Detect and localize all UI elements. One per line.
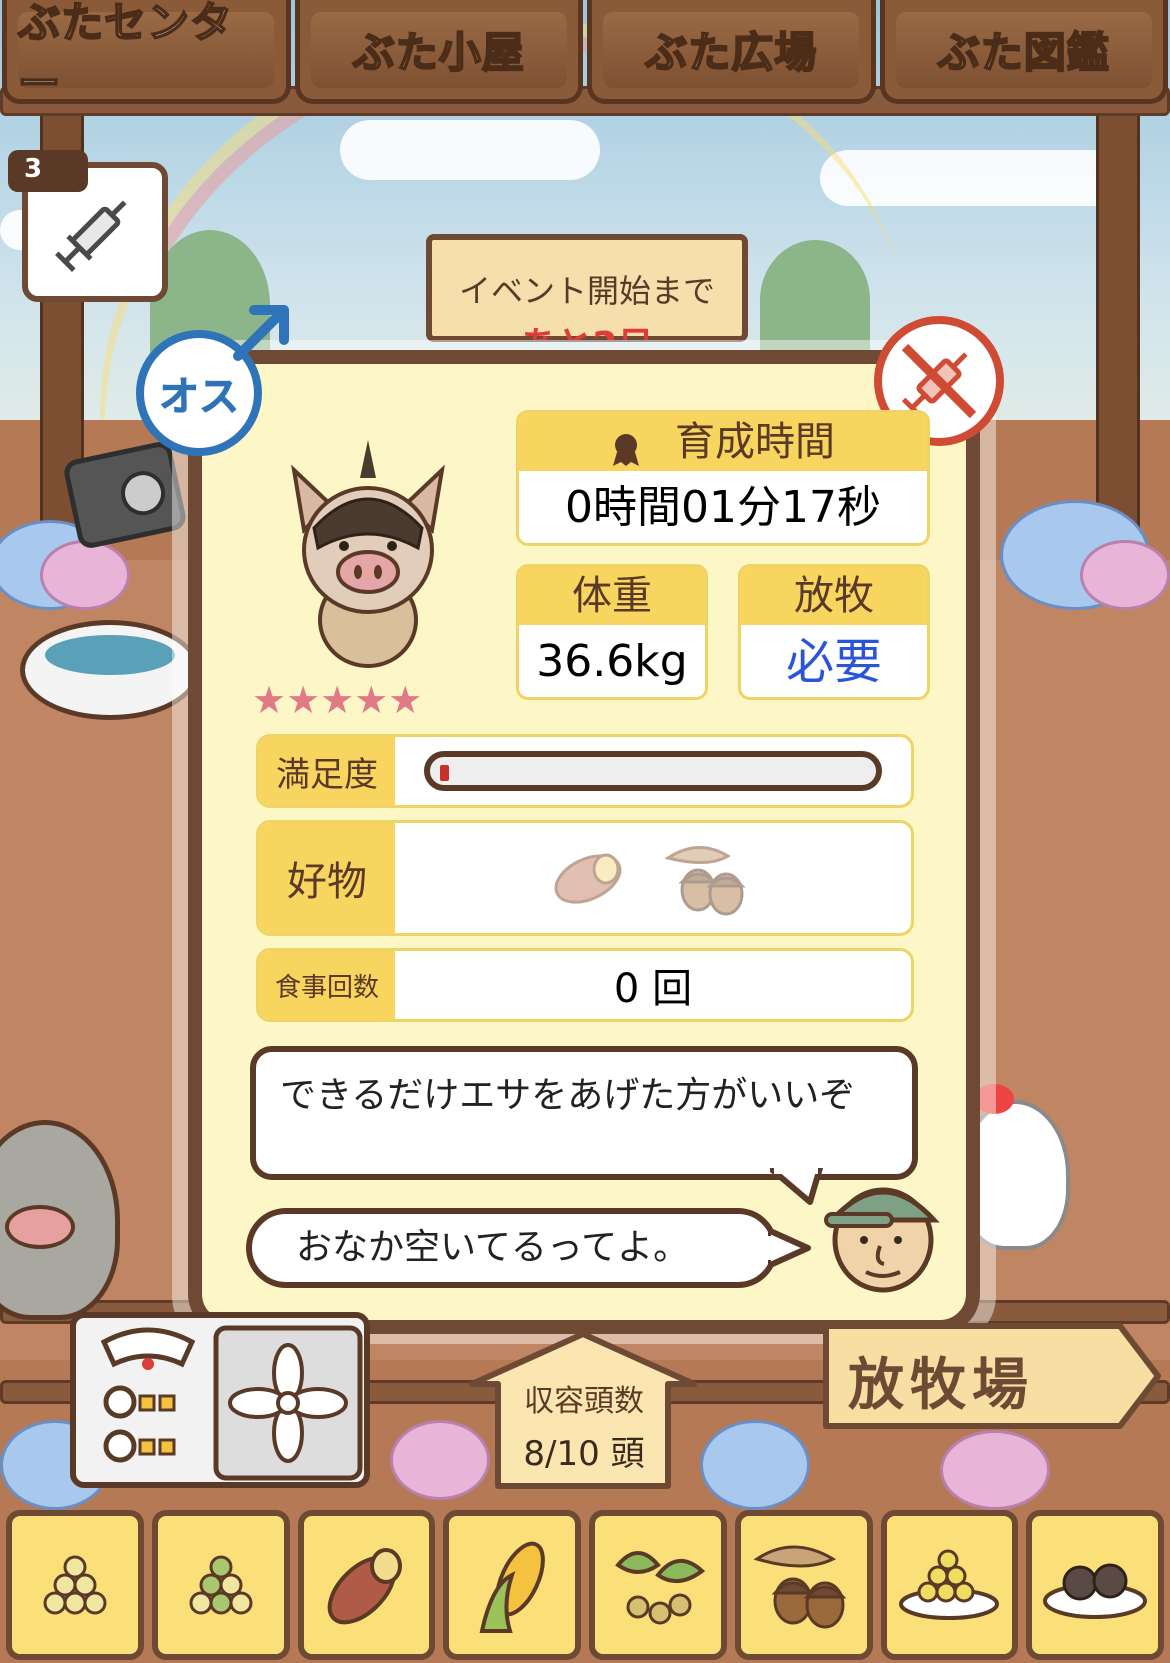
top-tab-bar: ぶたセンター ぶた小屋 ぶた広場 ぶた図鑑 [0, 0, 1170, 112]
hydrangea-bush [700, 1420, 810, 1510]
food-slot-grain-bowl[interactable] [880, 1510, 1019, 1660]
syringe-icon [55, 200, 127, 272]
grain-bowl-icon [899, 1549, 1000, 1620]
event-sign-subtext: あと2日 [432, 316, 742, 340]
capacity-label: 収容頭数 [524, 1384, 644, 1419]
tab-buta-goya[interactable]: ぶた小屋 [294, 0, 583, 104]
medal-icon [611, 426, 641, 466]
tab-buta-center[interactable]: ぶたセンター [2, 0, 291, 109]
truffle-plate-icon [1043, 1563, 1148, 1619]
food-slot-acorn[interactable] [734, 1510, 873, 1660]
food-toolbar [0, 1510, 1170, 1663]
grazing-value: 必要 [785, 634, 882, 690]
grazing-box: 放牧 必要 [738, 564, 930, 700]
acorn-icon [753, 1545, 846, 1629]
mixed-beans-icon [189, 1555, 253, 1615]
rarity-stars: ★★★★★ [252, 678, 423, 722]
food-slot-sweet-potato[interactable] [297, 1510, 436, 1660]
status-text: おなか空いてるってよ。 [296, 1227, 690, 1268]
event-countdown-sign: イベント開始まで あと2日 [426, 234, 748, 342]
advice-speech-bubble: できるだけエサをあげた方がいいぞ [250, 1046, 918, 1180]
status-speech-bubble: おなか空いてるってよ。 [246, 1208, 778, 1288]
weight-box: 体重 36.6kg [516, 564, 708, 700]
event-sign-text: イベント開始まで [458, 272, 715, 310]
meal-count-label: 食事回数 [259, 951, 395, 1019]
meal-count-row: 食事回数 0 回 [256, 948, 914, 1022]
pasture-sign-text[interactable]: 放牧場 [848, 1340, 1098, 1421]
satisfaction-bar-fill [440, 765, 449, 781]
pig-character [291, 440, 445, 668]
tab-label: ぶた小屋 [352, 27, 525, 78]
grazing-label: 放牧 [741, 567, 927, 625]
growth-time-value: 0時間01分17秒 [565, 482, 881, 533]
tab-label: ぶた広場 [644, 27, 818, 78]
favorite-food-label: 好物 [259, 823, 395, 933]
capacity-value: 8/10 頭 [523, 1434, 645, 1474]
hydrangea-bush [940, 1430, 1050, 1510]
food-slot-soybeans[interactable] [6, 1510, 144, 1660]
soybean-icon [43, 1555, 107, 1615]
climate-controls [100, 1325, 363, 1481]
cloud [820, 150, 1120, 206]
farmer-avatar [824, 1187, 940, 1293]
satisfaction-label: 満足度 [259, 737, 395, 805]
climate-control-panel[interactable] [70, 1312, 370, 1488]
hydrangea-bush [40, 540, 130, 610]
sweet-potato-icon [328, 1548, 403, 1625]
tab-buta-hiroba[interactable]: ぶた広場 [587, 0, 876, 104]
meal-count-value: 0 回 [613, 966, 693, 1012]
food-slot-truffle[interactable] [1026, 1510, 1164, 1660]
tab-buta-zukan[interactable]: ぶた図鑑 [879, 0, 1168, 104]
tab-label: ぶたセンター [17, 0, 234, 109]
male-arrow-icon [233, 305, 289, 361]
tab-label: ぶた図鑑 [937, 27, 1110, 78]
gender-label: オス [159, 374, 240, 421]
growth-time-label: 育成時間 [675, 419, 835, 465]
bubble-tail [768, 1227, 811, 1269]
satisfaction-row: 満足度 [256, 734, 914, 808]
food-slot-herbs[interactable] [589, 1510, 727, 1660]
item-count-badge: 3 [8, 150, 88, 192]
food-slot-mixed-beans[interactable] [151, 1510, 290, 1660]
advice-text: できるだけエサをあげた方がいいぞ [280, 1075, 856, 1116]
growth-time-box: 育成時間 0時間01分17秒 [516, 410, 930, 546]
weight-value: 36.6kg [536, 636, 688, 687]
fence-post [1096, 90, 1140, 570]
food-slot-corn[interactable] [443, 1510, 581, 1660]
corn-icon [479, 1541, 546, 1633]
acorn-icon [664, 846, 746, 916]
favorite-food-row: 好物 [256, 820, 914, 936]
herbs-icon [614, 1551, 706, 1625]
growth-time-header: 育成時間 [519, 413, 927, 471]
sweet-potato-icon [554, 853, 622, 904]
satisfaction-bar [424, 751, 882, 791]
weight-label: 体重 [519, 567, 705, 625]
hydrangea-bush [1080, 540, 1170, 610]
